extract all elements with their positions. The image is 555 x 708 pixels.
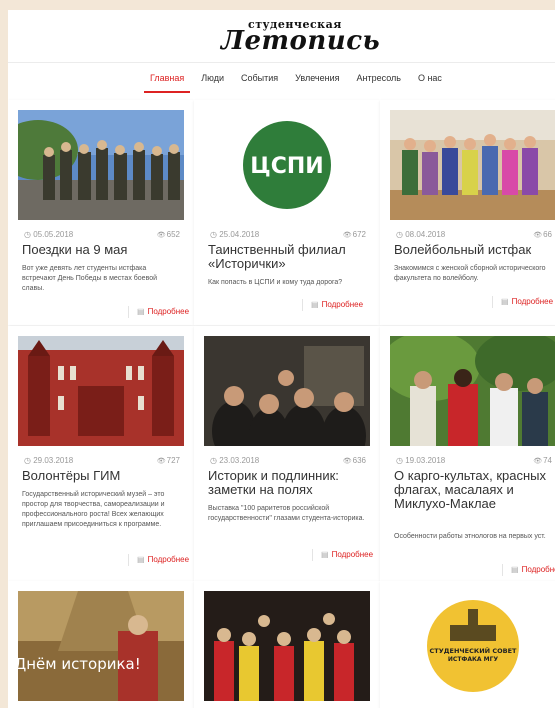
nav-item-events[interactable]: События — [235, 73, 284, 93]
nav-item-people[interactable]: Люди — [195, 73, 230, 93]
article-description: Вот уже девять лет студенты истфака встр… — [22, 265, 158, 292]
student-council-line2: ИСТФАКА МГУ — [448, 656, 499, 663]
article-description: Выставка "100 раритетов российской госуд… — [208, 505, 365, 522]
article-views: 636 — [343, 456, 366, 465]
tspi-logo-text: ЦСПИ — [250, 154, 323, 179]
article-thumbnail[interactable]: С Днём историка! — [18, 591, 184, 701]
article-title[interactable]: Таинственный филиал «Исторички» — [208, 243, 370, 271]
read-more-label: Подробнее — [147, 555, 190, 564]
article-thumbnail[interactable]: ЦСПИ — [204, 110, 370, 220]
article-card[interactable]: С Днём историка! — [8, 581, 194, 708]
article-title[interactable]: Историк и подлинник: заметки на полях — [208, 469, 370, 497]
article-date: 29.03.2018 — [24, 456, 73, 465]
read-more-link[interactable]: ▤Подробнее — [128, 554, 189, 566]
article-description: Государственный исторический музей – это… — [22, 491, 165, 528]
article-title[interactable]: Поездки на 9 мая — [22, 243, 184, 257]
read-more-link[interactable]: ▤Подробнее — [492, 296, 553, 308]
document-icon: ▤ — [137, 555, 145, 564]
article-meta: 05.05.2018 652 — [24, 230, 180, 239]
article-views: 652 — [157, 230, 180, 239]
read-more-label: Подробнее — [321, 300, 364, 309]
document-icon: ▤ — [321, 550, 329, 559]
article-thumbnail[interactable]: СТУДЕНЧЕСКИЙ СОВЕТ ИСТФАКА МГУ — [390, 591, 555, 701]
article-title[interactable]: О карго-культах, красных флагах, масалая… — [394, 469, 555, 511]
read-more-link[interactable]: ▤Подробнее — [312, 549, 373, 561]
nav-item-about[interactable]: О нас — [412, 73, 448, 93]
article-card[interactable]: 08.04.2018 66 Волейбольный истфак Знаком… — [380, 100, 555, 325]
article-card[interactable]: ЦСПИ 25.04.2018 672 Таинственный филиал … — [194, 100, 380, 325]
article-meta: 29.03.2018 727 — [24, 456, 180, 465]
article-meta: 08.04.2018 66 — [396, 230, 552, 239]
read-more-label: Подробнее — [511, 297, 554, 306]
article-thumbnail[interactable] — [390, 336, 555, 446]
main-nav: Главная Люди События Увлечения Антресоль… — [8, 62, 555, 102]
document-icon: ▤ — [511, 565, 519, 574]
article-title[interactable]: Волейбольный истфак — [394, 243, 555, 257]
article-views: 672 — [343, 230, 366, 239]
historian-day-text: С Днём историка! — [18, 655, 141, 673]
article-thumbnail[interactable] — [204, 336, 370, 446]
article-card[interactable]: 29.03.2018 727 Волонтёры ГИМ Государстве… — [8, 326, 194, 586]
nav-item-home[interactable]: Главная — [144, 73, 191, 93]
article-description: Знакомимся с женской сборной историческо… — [394, 265, 546, 282]
read-more-link[interactable]: ▤Подробнее — [302, 299, 363, 311]
student-council-line1: СТУДЕНЧЕСКИЙ СОВЕТ — [430, 646, 517, 655]
document-icon: ▤ — [501, 297, 509, 306]
article-thumbnail[interactable] — [18, 110, 184, 220]
read-more-label: Подробнее — [147, 307, 190, 316]
site-logo[interactable]: студенческая Летопись — [8, 10, 555, 70]
article-card[interactable]: 23.03.2018 636 Историк и подлинник: заме… — [194, 326, 380, 586]
article-meta: 23.03.2018 636 — [210, 456, 366, 465]
article-card[interactable] — [194, 581, 380, 708]
read-more-label: Подробнее — [331, 550, 374, 559]
read-more-link[interactable]: ▤Подробнее — [128, 306, 189, 318]
article-title[interactable]: Волонтёры ГИМ — [22, 469, 184, 483]
document-icon: ▤ — [311, 300, 319, 309]
article-views: 727 — [157, 456, 180, 465]
article-card[interactable]: СТУДЕНЧЕСКИЙ СОВЕТ ИСТФАКА МГУ — [380, 581, 555, 708]
article-views: 74 — [533, 456, 552, 465]
article-views: 66 — [533, 230, 552, 239]
article-thumbnail[interactable] — [204, 591, 370, 701]
article-card[interactable]: 19.03.2018 74 О карго-культах, красных ф… — [380, 326, 555, 586]
article-date: 08.04.2018 — [396, 230, 445, 239]
article-date: 25.04.2018 — [210, 230, 259, 239]
article-date: 23.03.2018 — [210, 456, 259, 465]
article-description: Особенности работы этнологов на первых у… — [394, 533, 546, 540]
read-more-link[interactable]: ▤Подробнее — [502, 564, 555, 576]
read-more-label: Подробнее — [521, 565, 555, 574]
nav-item-mezzanine[interactable]: Антресоль — [350, 73, 406, 93]
article-meta: 19.03.2018 74 — [396, 456, 552, 465]
document-icon: ▤ — [137, 307, 145, 316]
article-description: Как попасть в ЦСПИ и кому туда дорога? — [208, 279, 343, 286]
article-thumbnail[interactable] — [390, 110, 555, 220]
article-card[interactable]: 05.05.2018 652 Поездки на 9 мая Вот уже … — [8, 100, 194, 325]
article-date: 05.05.2018 — [24, 230, 73, 239]
nav-item-hobbies[interactable]: Увлечения — [289, 73, 345, 93]
page: студенческая Летопись Главная Люди Событ… — [8, 10, 555, 708]
article-date: 19.03.2018 — [396, 456, 445, 465]
article-thumbnail[interactable] — [18, 336, 184, 446]
article-meta: 25.04.2018 672 — [210, 230, 366, 239]
logo-main-text: Летопись — [221, 26, 381, 56]
